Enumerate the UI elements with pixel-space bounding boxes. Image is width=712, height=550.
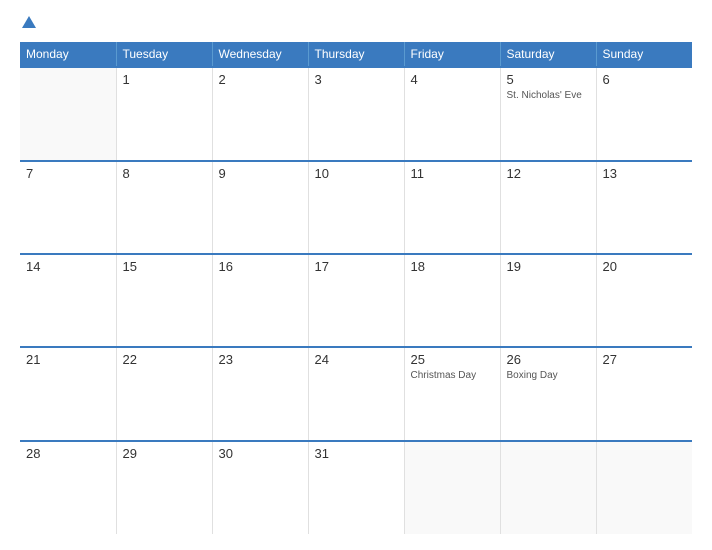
- logo-triangle-icon: [22, 16, 36, 28]
- day-number: 14: [26, 259, 110, 274]
- calendar-cell: 8: [116, 161, 212, 254]
- calendar-cell: 7: [20, 161, 116, 254]
- calendar-cell: 28: [20, 441, 116, 534]
- day-header-friday: Friday: [404, 42, 500, 67]
- header: [20, 16, 692, 32]
- day-number: 28: [26, 446, 110, 461]
- calendar-cell: 5 St. Nicholas' Eve: [500, 67, 596, 160]
- day-number: 8: [123, 166, 206, 181]
- day-number: 24: [315, 352, 398, 367]
- day-number: 19: [507, 259, 590, 274]
- day-number: 27: [603, 352, 687, 367]
- calendar-cell: 30: [212, 441, 308, 534]
- calendar-cell: 15: [116, 254, 212, 347]
- day-number: 16: [219, 259, 302, 274]
- logo-general-text: [20, 16, 36, 32]
- calendar-cell: 12: [500, 161, 596, 254]
- day-number: 3: [315, 72, 398, 87]
- day-number: 4: [411, 72, 494, 87]
- calendar-cell: 26 Boxing Day: [500, 347, 596, 440]
- day-header-row: MondayTuesdayWednesdayThursdayFridaySatu…: [20, 42, 692, 67]
- day-number: 10: [315, 166, 398, 181]
- day-number: 22: [123, 352, 206, 367]
- calendar-cell: 4: [404, 67, 500, 160]
- day-number: 17: [315, 259, 398, 274]
- day-header-sunday: Sunday: [596, 42, 692, 67]
- calendar-cell: 18: [404, 254, 500, 347]
- holiday-label: Boxing Day: [507, 369, 590, 382]
- day-number: 23: [219, 352, 302, 367]
- calendar-cell: 9: [212, 161, 308, 254]
- calendar-cell: 3: [308, 67, 404, 160]
- calendar-table: MondayTuesdayWednesdayThursdayFridaySatu…: [20, 42, 692, 534]
- day-header-wednesday: Wednesday: [212, 42, 308, 67]
- day-number: 18: [411, 259, 494, 274]
- holiday-label: St. Nicholas' Eve: [507, 89, 590, 102]
- calendar-cell: 20: [596, 254, 692, 347]
- day-number: 25: [411, 352, 494, 367]
- day-number: 11: [411, 166, 494, 181]
- day-number: 29: [123, 446, 206, 461]
- calendar-cell: 11: [404, 161, 500, 254]
- calendar-cell: 19: [500, 254, 596, 347]
- calendar-cell: 24: [308, 347, 404, 440]
- day-number: 6: [603, 72, 687, 87]
- calendar-cell: [500, 441, 596, 534]
- day-header-monday: Monday: [20, 42, 116, 67]
- day-number: 13: [603, 166, 687, 181]
- calendar-cell: 10: [308, 161, 404, 254]
- calendar-cell: 6: [596, 67, 692, 160]
- day-number: 5: [507, 72, 590, 87]
- day-number: 12: [507, 166, 590, 181]
- holiday-label: Christmas Day: [411, 369, 494, 382]
- day-number: 7: [26, 166, 110, 181]
- day-number: 30: [219, 446, 302, 461]
- calendar-cell: 27: [596, 347, 692, 440]
- day-number: 9: [219, 166, 302, 181]
- day-number: 21: [26, 352, 110, 367]
- calendar-cell: 31: [308, 441, 404, 534]
- calendar-week-4: 21 22 23 24 25 Christmas Day 26 Boxing Day 27: [20, 347, 692, 440]
- calendar-cell: 21: [20, 347, 116, 440]
- calendar-cell: 1: [116, 67, 212, 160]
- logo: [20, 16, 36, 32]
- day-number: 31: [315, 446, 398, 461]
- calendar-cell: 14: [20, 254, 116, 347]
- day-header-tuesday: Tuesday: [116, 42, 212, 67]
- day-header-saturday: Saturday: [500, 42, 596, 67]
- calendar-week-5: 28 29 30 31: [20, 441, 692, 534]
- calendar-week-2: 789 10 11 12 13: [20, 161, 692, 254]
- calendar-cell: 22: [116, 347, 212, 440]
- calendar-week-3: 14 15 16 17 18 19 20: [20, 254, 692, 347]
- calendar-cell: 23: [212, 347, 308, 440]
- calendar-cell: [404, 441, 500, 534]
- calendar-cell: 25 Christmas Day: [404, 347, 500, 440]
- calendar-cell: 13: [596, 161, 692, 254]
- calendar-cell: 17: [308, 254, 404, 347]
- day-number: 26: [507, 352, 590, 367]
- day-header-thursday: Thursday: [308, 42, 404, 67]
- calendar-cell: 29: [116, 441, 212, 534]
- calendar-cell: [20, 67, 116, 160]
- calendar-week-1: 12345 St. Nicholas' Eve 6: [20, 67, 692, 160]
- day-number: 1: [123, 72, 206, 87]
- day-number: 2: [219, 72, 302, 87]
- day-number: 15: [123, 259, 206, 274]
- calendar-cell: 16: [212, 254, 308, 347]
- calendar-cell: 2: [212, 67, 308, 160]
- calendar-cell: [596, 441, 692, 534]
- page: MondayTuesdayWednesdayThursdayFridaySatu…: [0, 0, 712, 550]
- day-number: 20: [603, 259, 687, 274]
